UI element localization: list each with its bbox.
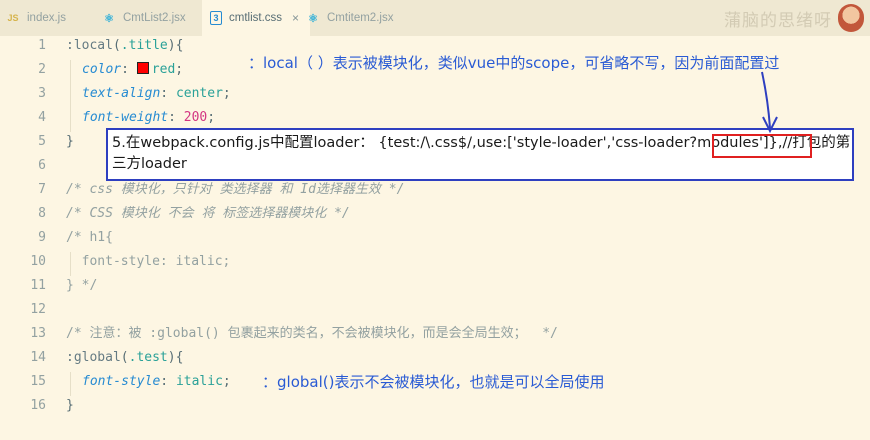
global-annotation: ：global()表示不会被模块化，也就是可以全局使用 [262,373,605,391]
